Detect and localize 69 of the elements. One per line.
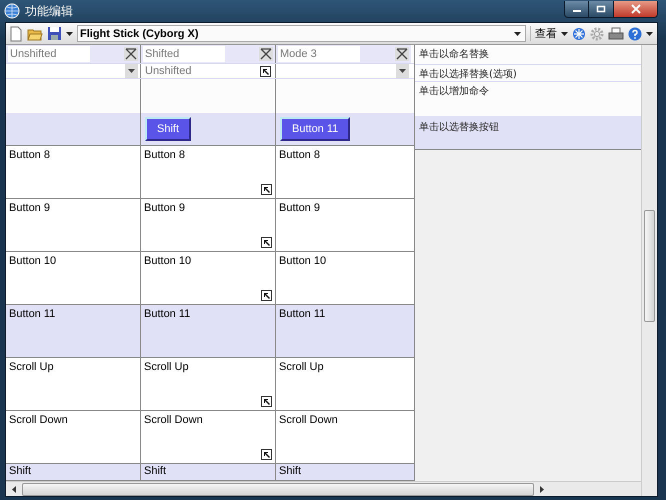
button-label[interactable]: Button 10 bbox=[144, 255, 192, 267]
button-label[interactable]: Button 8 bbox=[279, 149, 320, 161]
source-mode-label: Unshifted bbox=[144, 65, 192, 78]
mode-name-field[interactable]: Shifted bbox=[143, 46, 225, 62]
delete-button[interactable] bbox=[259, 46, 273, 61]
caret-icon[interactable] bbox=[66, 32, 73, 36]
x-icon bbox=[260, 48, 272, 60]
button-label[interactable]: Button 9 bbox=[9, 202, 50, 214]
caret-icon bbox=[514, 32, 521, 36]
folder-icon[interactable] bbox=[27, 26, 43, 40]
shortcut-arrow-icon[interactable] bbox=[261, 449, 272, 460]
delete-button[interactable] bbox=[395, 46, 409, 61]
button-label[interactable]: Shift bbox=[144, 465, 166, 477]
printer-icon[interactable] bbox=[608, 26, 624, 40]
button-label[interactable]: Button 8 bbox=[9, 149, 50, 161]
vertical-scrollbar[interactable] bbox=[641, 45, 657, 496]
close-icon bbox=[630, 4, 642, 14]
hint-text: 单击以命名替换 bbox=[415, 45, 641, 65]
button-label[interactable]: Scroll Down bbox=[144, 414, 203, 426]
view-menu[interactable]: 查看 bbox=[530, 26, 557, 41]
asterisk-icon[interactable] bbox=[572, 26, 586, 40]
caret-icon[interactable] bbox=[561, 32, 568, 36]
shortcut-arrow-icon[interactable] bbox=[261, 184, 272, 195]
delete-button[interactable] bbox=[124, 46, 138, 61]
button-label[interactable]: Scroll Up bbox=[9, 361, 54, 373]
maximize-icon bbox=[596, 4, 606, 12]
button-label[interactable]: Scroll Down bbox=[9, 414, 68, 426]
hint-text: 单击以选择替换(选项) bbox=[415, 65, 641, 82]
help-icon[interactable] bbox=[628, 26, 642, 40]
button-label[interactable]: Scroll Up bbox=[144, 361, 189, 373]
window-title: 功能编辑 bbox=[25, 2, 73, 20]
caret-icon bbox=[128, 69, 135, 74]
shift-button[interactable]: Button 11 bbox=[280, 117, 350, 142]
button-label[interactable]: Button 10 bbox=[279, 255, 326, 267]
button-label[interactable]: Button 9 bbox=[279, 202, 320, 214]
shortcut-arrow-icon[interactable] bbox=[261, 290, 272, 301]
button-label[interactable]: Shift bbox=[279, 465, 302, 477]
shortcut-arrow-icon[interactable] bbox=[261, 237, 272, 248]
profile-dropdown[interactable]: Flight Stick (Cyborg X) bbox=[77, 25, 526, 42]
button-label[interactable]: Button 11 bbox=[144, 308, 190, 320]
button-label[interactable]: Button 8 bbox=[144, 149, 185, 161]
x-icon bbox=[125, 48, 137, 60]
mode-name-field[interactable]: Mode 3 bbox=[278, 46, 360, 62]
shortcut-arrow-icon[interactable] bbox=[261, 396, 272, 407]
left-arrow-icon[interactable] bbox=[12, 486, 16, 492]
button-label[interactable]: Button 9 bbox=[144, 202, 185, 214]
x-icon bbox=[396, 48, 408, 60]
new-document-icon[interactable] bbox=[9, 26, 23, 42]
hint-text: 单击以选替换按钮 bbox=[415, 116, 641, 150]
minimize-button[interactable] bbox=[564, 0, 589, 18]
globe-icon bbox=[4, 3, 20, 19]
button-label[interactable]: Button 10 bbox=[9, 255, 56, 267]
maximize-button[interactable] bbox=[589, 0, 614, 18]
button-label[interactable]: Scroll Down bbox=[279, 414, 338, 426]
horizontal-scrollbar[interactable] bbox=[6, 481, 641, 496]
save-icon[interactable] bbox=[47, 26, 62, 41]
right-arrow-icon[interactable] bbox=[540, 486, 544, 492]
shortcut-arrow-icon[interactable] bbox=[260, 66, 271, 77]
close-button[interactable] bbox=[614, 0, 658, 18]
button-label[interactable]: Button 11 bbox=[279, 308, 326, 320]
settings-icon[interactable] bbox=[590, 26, 604, 40]
shift-button[interactable]: Shift bbox=[145, 117, 192, 142]
button-label[interactable]: Button 11 bbox=[9, 308, 56, 320]
hint-text: 单击以增加命令 bbox=[415, 82, 641, 116]
button-label[interactable]: Scroll Up bbox=[279, 361, 324, 373]
mode-name-field[interactable]: Unshifted bbox=[8, 46, 90, 62]
button-label[interactable]: Shift bbox=[9, 465, 32, 477]
caret-icon bbox=[399, 69, 406, 74]
caret-icon[interactable] bbox=[646, 32, 653, 36]
